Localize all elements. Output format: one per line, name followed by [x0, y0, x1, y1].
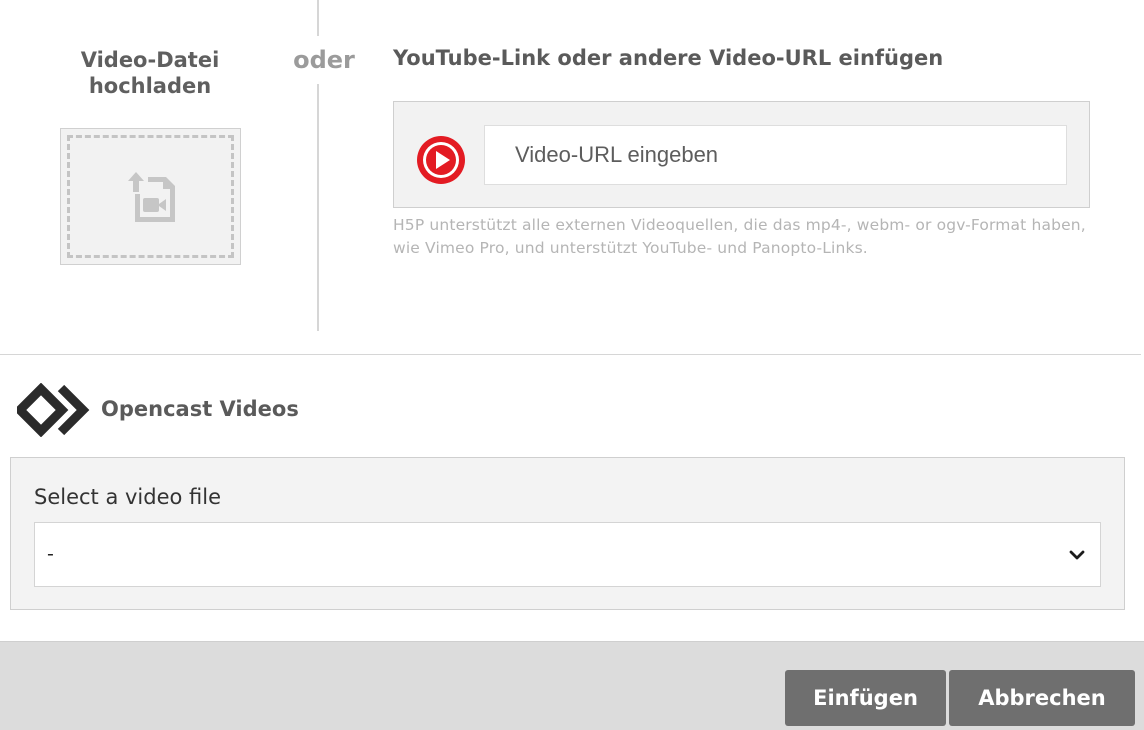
select-current-value: -: [47, 543, 54, 565]
url-input-panel: [393, 101, 1090, 208]
cancel-button[interactable]: Abbrechen: [949, 670, 1135, 726]
insert-button[interactable]: Einfügen: [785, 670, 946, 726]
vertical-divider-bottom: [317, 84, 319, 331]
upload-title: Video-Datei hochladen: [80, 48, 220, 98]
video-upload-dropzone[interactable]: [60, 128, 241, 265]
opencast-title: Opencast Videos: [101, 397, 299, 421]
opencast-panel: Select a video file -: [10, 457, 1125, 610]
section-separator: [0, 354, 1141, 355]
youtube-play-icon: [417, 136, 465, 184]
video-file-upload-icon: [127, 171, 175, 222]
video-file-select[interactable]: -: [34, 522, 1101, 587]
opencast-logo-icon: [17, 383, 90, 437]
dialog-footer: Einfügen Abbrechen: [0, 641, 1144, 730]
chevron-down-icon: [1069, 550, 1085, 560]
url-section-heading: YouTube-Link oder andere Video-URL einfü…: [393, 46, 944, 70]
vertical-divider-top: [317, 0, 319, 36]
video-url-input[interactable]: [484, 125, 1067, 185]
upload-dashed-area[interactable]: [67, 135, 234, 258]
or-separator: oder: [293, 46, 355, 74]
select-video-label: Select a video file: [34, 485, 222, 509]
url-help-text: H5P unterstützt alle externen Videoquell…: [393, 216, 1086, 257]
